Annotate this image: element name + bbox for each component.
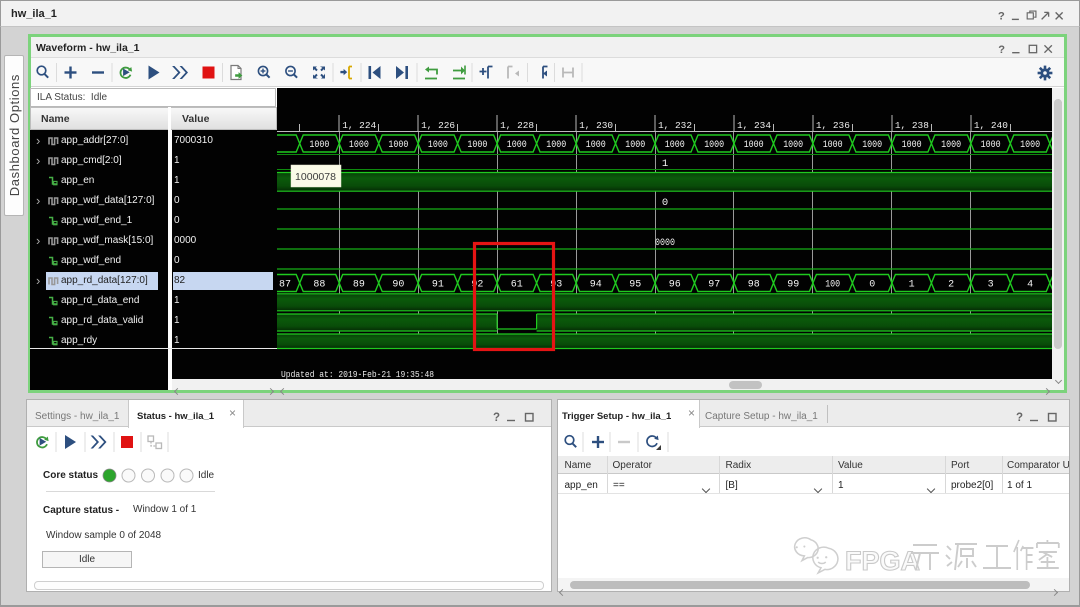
svg-text:1, 232: 1, 232: [658, 120, 692, 131]
svg-text:1, 238: 1, 238: [895, 120, 929, 131]
svg-text:?: ?: [493, 412, 500, 423]
svg-text:1000: 1000: [467, 140, 487, 151]
svg-text:1, 240: 1, 240: [974, 120, 1008, 131]
svg-text:1: 1: [662, 158, 668, 170]
svg-text:1: 1: [909, 279, 915, 290]
svg-text:100: 100: [825, 279, 840, 290]
svg-text:1000: 1000: [665, 140, 685, 151]
svg-text:0: 0: [662, 197, 668, 209]
svg-text:1000: 1000: [625, 140, 645, 151]
svg-text:1000: 1000: [744, 140, 764, 151]
svg-text:1000: 1000: [981, 140, 1001, 151]
svg-text:?: ?: [1016, 412, 1023, 423]
svg-text:91: 91: [432, 279, 444, 290]
svg-text:87: 87: [279, 279, 291, 290]
svg-text:3: 3: [988, 279, 994, 290]
svg-text:FPGA: FPGA: [845, 546, 920, 576]
svg-text:1000: 1000: [783, 140, 803, 151]
svg-text:97: 97: [708, 279, 720, 290]
svg-text:Updated at: 2019-Feb-21 19:35:: Updated at: 2019-Feb-21 19:35:48: [281, 370, 434, 379]
svg-text:1, 230: 1, 230: [579, 120, 613, 131]
svg-text:95: 95: [629, 279, 641, 290]
svg-text:?: ?: [998, 10, 1005, 22]
svg-text:1000: 1000: [862, 140, 882, 151]
svg-text:98: 98: [748, 279, 760, 290]
svg-text:1000: 1000: [388, 140, 408, 151]
svg-text:1000: 1000: [823, 140, 843, 151]
svg-text:1000: 1000: [941, 140, 961, 151]
svg-text:1000: 1000: [704, 140, 724, 151]
svg-text:1000: 1000: [1020, 140, 1040, 151]
svg-text:0: 0: [869, 279, 875, 290]
svg-text:94: 94: [590, 279, 602, 290]
svg-text:1000: 1000: [546, 140, 566, 151]
svg-text:1000078: 1000078: [295, 171, 336, 183]
svg-text:1000: 1000: [309, 140, 329, 151]
svg-text:99: 99: [787, 279, 799, 290]
svg-text:1000: 1000: [428, 140, 448, 151]
svg-text:1, 234: 1, 234: [737, 120, 771, 131]
svg-text:1, 236: 1, 236: [816, 120, 850, 131]
svg-text:2: 2: [948, 279, 954, 290]
svg-text:?: ?: [998, 44, 1005, 55]
svg-text:1000: 1000: [507, 140, 527, 151]
svg-text:90: 90: [392, 279, 404, 290]
svg-text:1, 226: 1, 226: [421, 120, 455, 131]
svg-text:1, 224: 1, 224: [342, 120, 376, 131]
svg-text:89: 89: [353, 279, 365, 290]
svg-text:61: 61: [511, 279, 523, 290]
svg-text:1000: 1000: [902, 140, 922, 151]
svg-text:88: 88: [313, 279, 325, 290]
svg-text:4: 4: [1027, 279, 1033, 290]
svg-text:0000: 0000: [655, 237, 675, 249]
svg-text:1000: 1000: [349, 140, 369, 151]
svg-text:1000: 1000: [586, 140, 606, 151]
svg-text:96: 96: [669, 279, 681, 290]
svg-text:1, 228: 1, 228: [500, 120, 534, 131]
